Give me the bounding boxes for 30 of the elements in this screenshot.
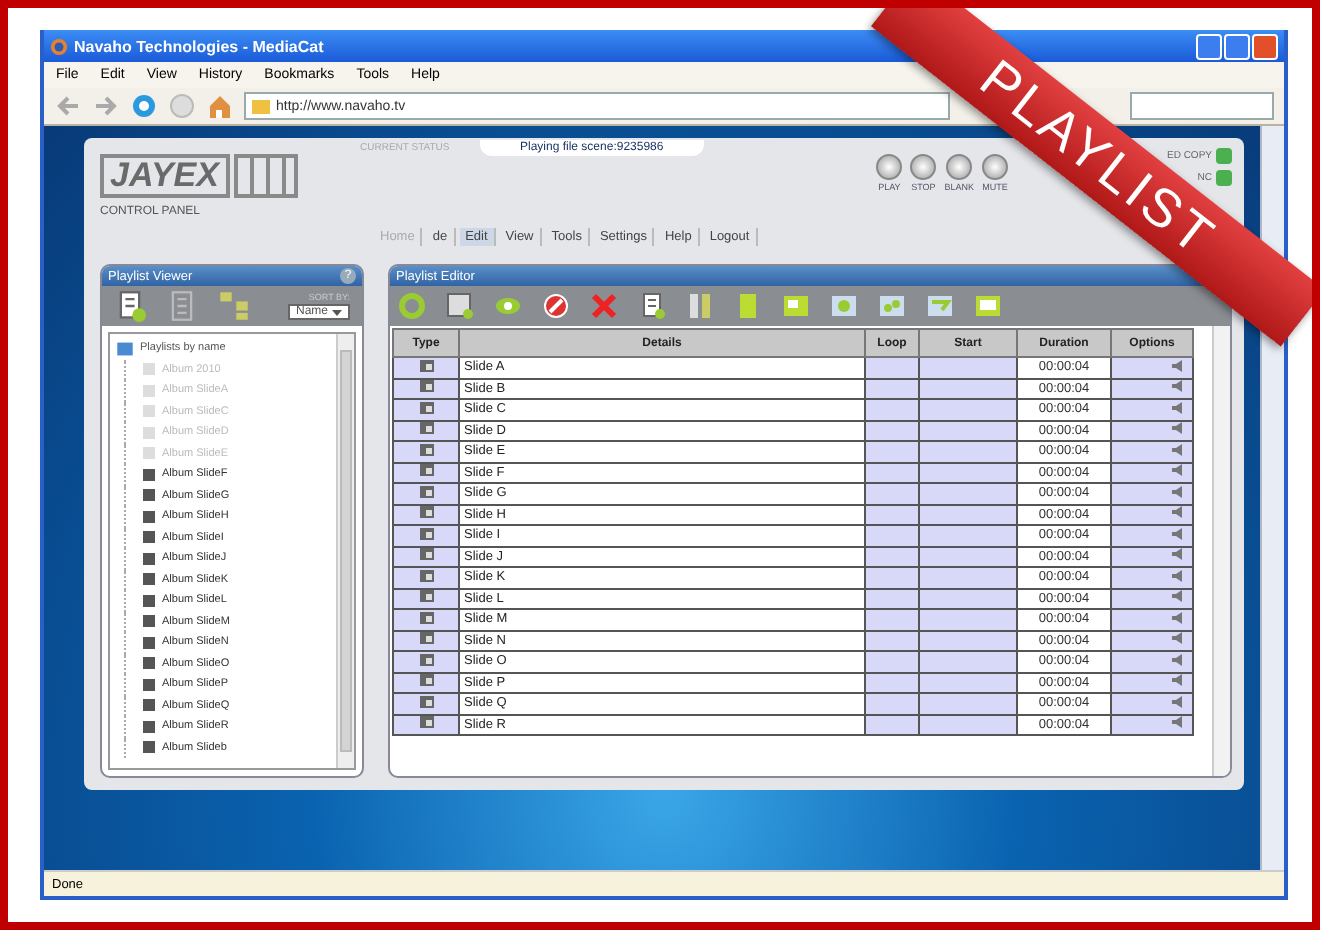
- layout-icon[interactable]: [782, 292, 810, 320]
- grid-icon[interactable]: [686, 292, 714, 320]
- folder-icon: [252, 99, 270, 113]
- maximize-button[interactable]: [1224, 33, 1250, 59]
- list-icon[interactable]: [166, 290, 198, 322]
- eye-icon[interactable]: [494, 292, 522, 320]
- reload-icon[interactable]: [130, 92, 158, 120]
- no-entry-icon[interactable]: [542, 292, 570, 320]
- home-icon[interactable]: [206, 92, 234, 120]
- minimize-button[interactable]: [1196, 33, 1222, 59]
- logo-bars-icon: [233, 154, 297, 198]
- screen-icon[interactable]: [974, 292, 1002, 320]
- page-icon[interactable]: [734, 292, 762, 320]
- stop-icon[interactable]: [168, 92, 196, 120]
- scrollbar[interactable]: [336, 334, 354, 768]
- window-title: Navaho Technologies - MediaCat: [74, 37, 324, 55]
- save-icon[interactable]: [446, 292, 474, 320]
- image-icon[interactable]: [830, 292, 858, 320]
- browser-icon: [50, 37, 68, 55]
- playlist-icon[interactable]: [116, 339, 134, 358]
- close-button[interactable]: [1252, 33, 1278, 59]
- caret-icon: [332, 309, 342, 315]
- logo: JAYEX: [100, 154, 229, 198]
- add-playlist-icon[interactable]: [114, 290, 146, 322]
- document-icon[interactable]: [638, 292, 666, 320]
- refresh-icon[interactable]: [398, 292, 426, 320]
- forward-icon[interactable]: [92, 92, 120, 120]
- scrollbar[interactable]: [1212, 326, 1230, 776]
- back-icon[interactable]: [54, 92, 82, 120]
- tree-icon[interactable]: [218, 290, 250, 322]
